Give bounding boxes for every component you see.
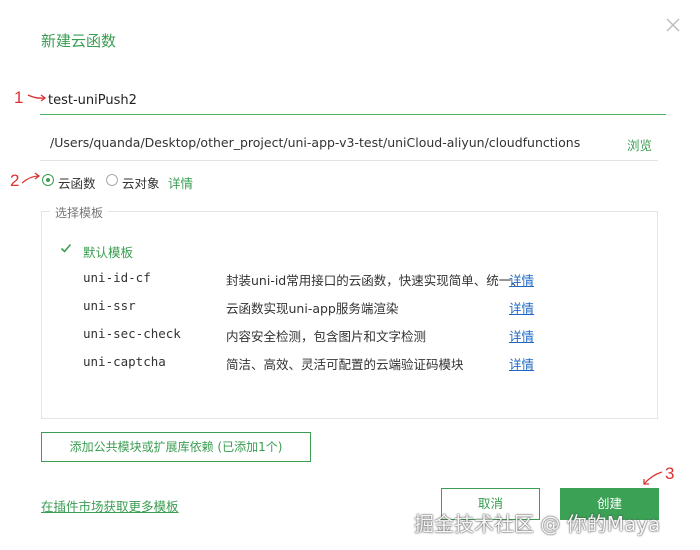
- template-details-link[interactable]: 详情: [509, 354, 534, 373]
- annotation-arrow-2: [21, 172, 41, 184]
- watermark: 掘金技术社区 @ 你的Maya: [414, 512, 661, 536]
- dialog-title: 新建云函数: [41, 32, 117, 50]
- annotation-number-3: 3: [665, 464, 675, 483]
- template-details-link[interactable]: 详情: [509, 270, 534, 289]
- radio-cloud-function-label[interactable]: 云函数: [58, 173, 96, 192]
- close-icon[interactable]: [662, 14, 684, 36]
- annotation-number-2: 2: [10, 171, 20, 190]
- template-name[interactable]: uni-captcha: [83, 354, 166, 369]
- template-desc: 内容安全检测，包含图片和文字检测: [226, 329, 427, 344]
- template-desc: 封装uni-id常用接口的云函数，快速实现简单、统一、: [226, 273, 524, 288]
- template-name[interactable]: uni-sec-check: [83, 326, 181, 341]
- template-desc: 云函数实现uni-app服务端渲染: [226, 301, 399, 316]
- template-name[interactable]: uni-ssr: [83, 298, 136, 313]
- template-name[interactable]: uni-id-cf: [83, 270, 151, 285]
- radio-cloud-function[interactable]: [42, 174, 54, 186]
- browse-link[interactable]: 浏览: [627, 135, 652, 154]
- template-details-link[interactable]: 详情: [509, 298, 534, 317]
- check-icon: [60, 243, 72, 253]
- annotation-arrow-3: [643, 471, 663, 485]
- type-details-link[interactable]: 详情: [168, 173, 193, 192]
- plugin-market-link[interactable]: 在插件市场获取更多模板: [41, 496, 179, 515]
- template-default[interactable]: 默认模板: [83, 242, 133, 261]
- function-name-input[interactable]: [40, 86, 666, 115]
- path-divider: [40, 160, 658, 161]
- add-dependencies-button[interactable]: 添加公共模块或扩展库依赖 (已添加1个): [41, 432, 311, 462]
- path-text: /Users/quanda/Desktop/other_project/uni-…: [50, 135, 581, 150]
- radio-cloud-object-label[interactable]: 云对象: [122, 173, 160, 192]
- annotation-arrow-1: [27, 94, 47, 102]
- template-desc: 简洁、高效、灵活可配置的云端验证码模块: [226, 357, 464, 372]
- annotation-number-1: 1: [14, 88, 24, 107]
- template-details-link[interactable]: 详情: [509, 326, 534, 345]
- radio-cloud-object[interactable]: [106, 174, 118, 186]
- template-legend: 选择模板: [50, 204, 109, 221]
